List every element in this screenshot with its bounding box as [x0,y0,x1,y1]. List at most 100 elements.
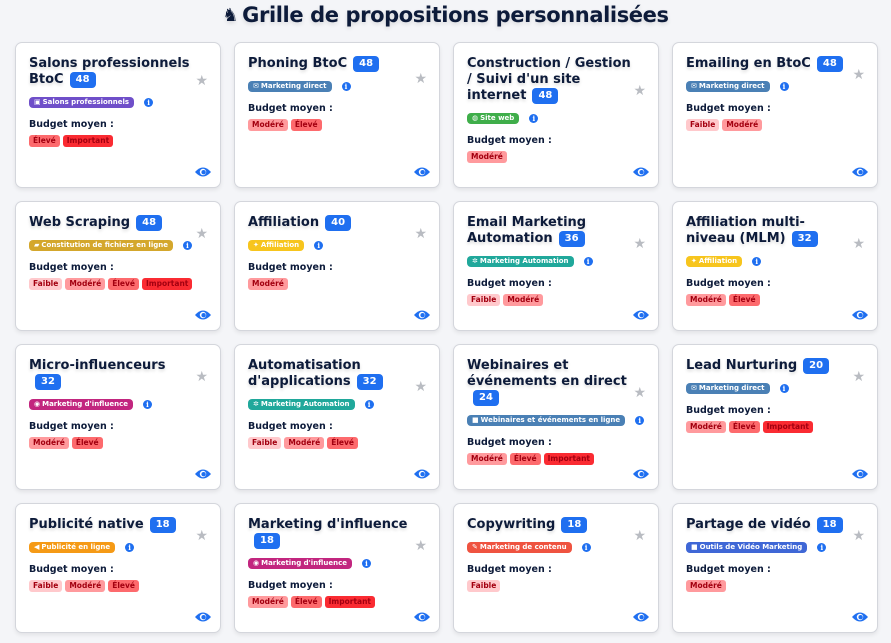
proposition-card[interactable]: Publicité native 18 ★ ◀ Publicité en ligne i B… [15,503,221,633]
info-icon[interactable]: i [583,257,593,266]
eye-icon[interactable] [851,465,869,479]
proposition-card[interactable]: Partage de vidéo 18 ★ ■ Outils de Vidéo Mark… [672,503,878,633]
proposition-card[interactable]: Copywriting 18 ★ ✎ Marketing de contenu i Budg… [453,503,659,633]
star-icon[interactable]: ★ [633,385,646,401]
proposition-card[interactable]: Micro-influenceurs32 ★ ◉ Marketing d'influe… [15,344,221,490]
budget-tag: Élevé [108,278,139,290]
card-title: Email Marketing Automation 36 [467,215,632,247]
info-icon[interactable]: i [529,114,539,123]
category-row: ✲ Marketing Automation i [467,256,645,267]
budget-tag: Modéré [467,151,507,163]
star-icon[interactable]: ★ [852,528,865,544]
star-icon[interactable]: ★ [633,528,646,544]
budget-label: Budget moyen : [686,564,771,575]
info-icon[interactable]: i [581,543,591,552]
category-row: ◍ Site web i [467,113,645,124]
eye-icon[interactable] [194,608,212,622]
card-title-text: Partage de vidéo [686,517,811,532]
star-icon[interactable]: ★ [195,369,208,385]
category-label: Affiliation [260,241,300,249]
card-title: Publicité native 18 [29,517,194,533]
proposition-card[interactable]: Webinaires et événements en direct24 ★ ■ We… [453,344,659,490]
eye-icon[interactable] [413,306,431,320]
proposition-card[interactable]: Phoning BtoC 48 ★ ✉ Marketing direct i Budget … [234,42,440,188]
info-icon[interactable]: i [364,400,374,409]
count-badge: 20 [803,358,830,374]
star-icon[interactable]: ★ [195,528,208,544]
eye-icon[interactable] [632,465,650,479]
eye-icon[interactable] [632,608,650,622]
proposition-card[interactable]: Email Marketing Automation 36 ★ ✲ Marketing … [453,201,659,331]
proposition-card[interactable]: Automatisation d'applications 32 ★ ✲ Marketi… [234,344,440,490]
info-icon[interactable]: i [125,543,135,552]
category-row: ✉ Marketing direct i [686,383,864,394]
info-icon[interactable]: i [142,400,152,409]
eye-icon[interactable] [632,163,650,177]
info-icon[interactable]: i [752,257,762,266]
budget-tag: Élevé [71,437,103,449]
info-icon[interactable]: i [817,543,827,552]
category-label: Salons professionnels [42,98,130,106]
info-icon[interactable]: i [779,384,789,393]
star-icon[interactable]: ★ [633,236,646,252]
budget-label: Budget moyen : [248,103,333,114]
gears-icon: ✲ [472,257,478,265]
star-icon[interactable]: ★ [414,226,427,242]
proposition-card[interactable]: Lead Nurturing 20 ★ ✉ Marketing direct i Budge… [672,344,878,490]
budget-tag: Élevé [728,294,760,306]
card-title: Marketing d'influence18 [248,517,413,549]
info-icon[interactable]: i [779,82,789,91]
proposition-card[interactable]: Affiliation multi-niveau (MLM) 32 ★ ✦ Affili… [672,201,878,331]
card-title-text: Phoning BtoC [248,56,348,71]
proposition-card[interactable]: Web Scraping 48 ★ ▰ Constitution de fichiers… [15,201,221,331]
info-icon[interactable]: i [144,98,154,107]
card-title: Emailing en BtoC 48 [686,56,851,72]
eye-icon[interactable] [194,465,212,479]
eye-icon[interactable] [194,163,212,177]
eye-icon[interactable] [632,306,650,320]
eye-icon[interactable] [413,163,431,177]
category-badge: ✎ Marketing de contenu [467,542,572,553]
budget-label: Budget moyen : [29,262,114,273]
count-badge: 40 [325,215,352,231]
budget-tags: Faible [467,580,645,592]
info-icon[interactable]: i [341,82,351,91]
eye-icon[interactable] [851,306,869,320]
info-icon[interactable]: i [361,559,371,568]
star-icon[interactable]: ★ [852,236,865,252]
info-icon[interactable]: i [182,241,192,250]
budget-label: Budget moyen : [467,437,552,448]
star-icon[interactable]: ★ [414,71,427,87]
eye-icon[interactable] [851,163,869,177]
budget-tags: Faible Modéré Élevé [248,437,426,449]
category-row: ■ Webinaires et événements en ligne i [467,415,645,426]
star-icon[interactable]: ★ [852,67,865,83]
count-badge: 36 [558,231,585,247]
star-icon[interactable]: ★ [195,73,208,89]
proposition-card[interactable]: Affiliation 40 ★ ✦ Affiliation i Budget moyen … [234,201,440,331]
budget-tags: Modéré Élevé [248,119,426,131]
category-badge: ✉ Marketing direct [686,81,770,92]
info-icon[interactable]: i [314,241,324,250]
eye-icon[interactable] [194,306,212,320]
star-icon[interactable]: ★ [195,226,208,242]
eye-icon[interactable] [851,608,869,622]
info-icon[interactable]: i [635,416,645,425]
category-label: Webinaires et événements en ligne [480,416,621,424]
category-badge: ✲ Marketing Automation [467,256,574,267]
proposition-card[interactable]: Salons professionnels BtoC 48 ★ ▣ Salons pro… [15,42,221,188]
star-icon[interactable]: ★ [414,538,427,554]
star-icon[interactable]: ★ [414,379,427,395]
card-title: Affiliation multi-niveau (MLM) 32 [686,215,851,247]
star-icon[interactable]: ★ [852,369,865,385]
handshake-icon: ✦ [691,257,697,265]
proposition-card[interactable]: Marketing d'influence18 ★ ◉ Marketing d'inf… [234,503,440,633]
proposition-card[interactable]: Construction / Gestion / Suivi d'un site… [453,42,659,188]
budget-tag: Élevé [290,596,322,608]
budget-tag: Modéré [29,437,69,449]
category-label: Constitution de fichiers en ligne [41,241,168,249]
proposition-card[interactable]: Emailing en BtoC 48 ★ ✉ Marketing direct i Bud… [672,42,878,188]
star-icon[interactable]: ★ [633,83,646,99]
eye-icon[interactable] [413,465,431,479]
eye-icon[interactable] [413,608,431,622]
